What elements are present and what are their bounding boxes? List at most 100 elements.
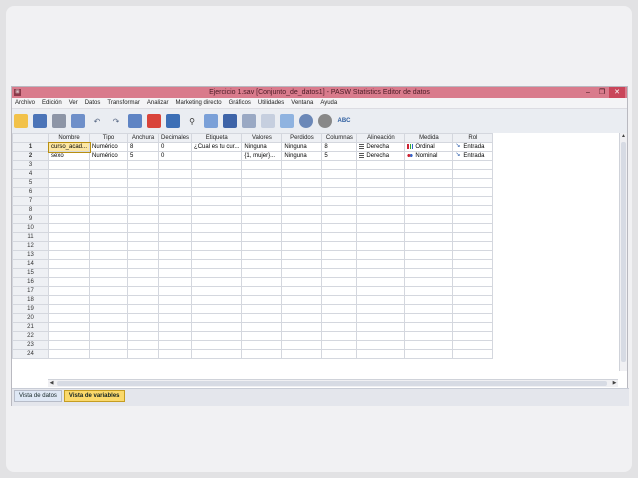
empty-cell[interactable]	[452, 349, 494, 359]
empty-cell[interactable]	[47, 214, 91, 224]
empty-cell[interactable]	[89, 259, 129, 269]
empty-cell[interactable]	[452, 241, 494, 251]
scroll-left-icon[interactable]: ◀	[48, 380, 55, 387]
empty-cell[interactable]	[356, 286, 406, 296]
empty-cell[interactable]	[89, 205, 129, 215]
empty-cell[interactable]	[241, 232, 283, 242]
empty-cell[interactable]	[89, 286, 129, 296]
empty-cell[interactable]	[191, 349, 243, 359]
empty-cell[interactable]	[158, 214, 193, 224]
empty-cell[interactable]	[47, 313, 91, 323]
menu-ventana[interactable]: Ventana	[291, 100, 313, 106]
empty-cell[interactable]	[47, 160, 91, 170]
empty-cell[interactable]	[281, 187, 323, 197]
empty-cell[interactable]	[281, 196, 323, 206]
empty-cell[interactable]	[321, 187, 358, 197]
row-number[interactable]: 19	[12, 304, 49, 314]
empty-cell[interactable]	[89, 187, 129, 197]
empty-cell[interactable]	[241, 241, 283, 251]
empty-cell[interactable]	[452, 286, 494, 296]
empty-cell[interactable]	[356, 160, 406, 170]
empty-cell[interactable]	[321, 196, 358, 206]
empty-cell[interactable]	[452, 322, 494, 332]
empty-cell[interactable]	[241, 295, 283, 305]
empty-cell[interactable]	[321, 223, 358, 233]
empty-cell[interactable]	[356, 322, 406, 332]
cell-perdidos[interactable]: Ninguna	[281, 142, 323, 152]
column-header-alineacion[interactable]: Alineación	[356, 133, 406, 143]
empty-cell[interactable]	[47, 349, 91, 359]
empty-cell[interactable]	[321, 169, 358, 179]
empty-cell[interactable]	[356, 340, 406, 350]
empty-cell[interactable]	[191, 259, 243, 269]
use-sets-icon[interactable]	[318, 114, 332, 128]
empty-cell[interactable]	[158, 349, 193, 359]
scroll-up-icon[interactable]: ▲	[620, 133, 627, 140]
empty-cell[interactable]	[241, 304, 283, 314]
cell-alineacion[interactable]: Derecha	[356, 151, 406, 161]
empty-cell[interactable]	[127, 259, 160, 269]
empty-cell[interactable]	[404, 187, 454, 197]
menu-graficos[interactable]: Gráficos	[229, 100, 251, 106]
empty-cell[interactable]	[321, 268, 358, 278]
empty-cell[interactable]	[321, 277, 358, 287]
menu-ayuda[interactable]: Ayuda	[320, 100, 337, 106]
cell-nombre[interactable]: sexo	[47, 151, 91, 161]
empty-cell[interactable]	[452, 340, 494, 350]
empty-cell[interactable]	[158, 313, 193, 323]
empty-cell[interactable]	[47, 241, 91, 251]
empty-cell[interactable]	[321, 178, 358, 188]
goto-case-icon[interactable]	[128, 114, 142, 128]
empty-cell[interactable]	[47, 322, 91, 332]
empty-cell[interactable]	[452, 214, 494, 224]
empty-cell[interactable]	[158, 322, 193, 332]
empty-cell[interactable]	[404, 223, 454, 233]
empty-cell[interactable]	[191, 178, 243, 188]
save-icon[interactable]	[33, 114, 47, 128]
empty-cell[interactable]	[127, 340, 160, 350]
row-number[interactable]: 2	[12, 151, 49, 161]
cell-anchura[interactable]: 5	[127, 151, 160, 161]
column-header-medida[interactable]: Medida	[404, 133, 454, 143]
empty-cell[interactable]	[281, 349, 323, 359]
empty-cell[interactable]	[404, 259, 454, 269]
empty-cell[interactable]	[404, 286, 454, 296]
row-number[interactable]: 23	[12, 340, 49, 350]
empty-cell[interactable]	[321, 250, 358, 260]
row-number[interactable]: 7	[12, 196, 49, 206]
menu-analizar[interactable]: Analizar	[147, 100, 169, 106]
find-icon[interactable]: ⚲	[185, 114, 199, 128]
empty-cell[interactable]	[452, 205, 494, 215]
empty-cell[interactable]	[452, 331, 494, 341]
empty-cell[interactable]	[127, 295, 160, 305]
row-number[interactable]: 16	[12, 277, 49, 287]
empty-cell[interactable]	[127, 205, 160, 215]
row-number[interactable]: 12	[12, 241, 49, 251]
empty-cell[interactable]	[89, 160, 129, 170]
empty-cell[interactable]	[404, 331, 454, 341]
empty-cell[interactable]	[47, 196, 91, 206]
empty-cell[interactable]	[127, 313, 160, 323]
empty-cell[interactable]	[452, 250, 494, 260]
empty-cell[interactable]	[356, 196, 406, 206]
column-header-nombre[interactable]: Nombre	[47, 133, 91, 143]
empty-cell[interactable]	[191, 169, 243, 179]
empty-cell[interactable]	[452, 169, 494, 179]
empty-cell[interactable]	[452, 196, 494, 206]
empty-cell[interactable]	[127, 349, 160, 359]
row-number[interactable]: 24	[12, 349, 49, 359]
empty-cell[interactable]	[158, 250, 193, 260]
empty-cell[interactable]	[158, 304, 193, 314]
cell-valores[interactable]: {1, mujer}...	[241, 151, 283, 161]
horizontal-scrollbar[interactable]: ◀ ▶	[48, 379, 618, 387]
empty-cell[interactable]	[281, 250, 323, 260]
empty-cell[interactable]	[281, 295, 323, 305]
empty-cell[interactable]	[241, 178, 283, 188]
empty-cell[interactable]	[47, 178, 91, 188]
minimize-button[interactable]: –	[581, 87, 595, 98]
empty-cell[interactable]	[356, 268, 406, 278]
empty-cell[interactable]	[158, 187, 193, 197]
empty-cell[interactable]	[191, 232, 243, 242]
empty-cell[interactable]	[158, 259, 193, 269]
empty-cell[interactable]	[241, 349, 283, 359]
